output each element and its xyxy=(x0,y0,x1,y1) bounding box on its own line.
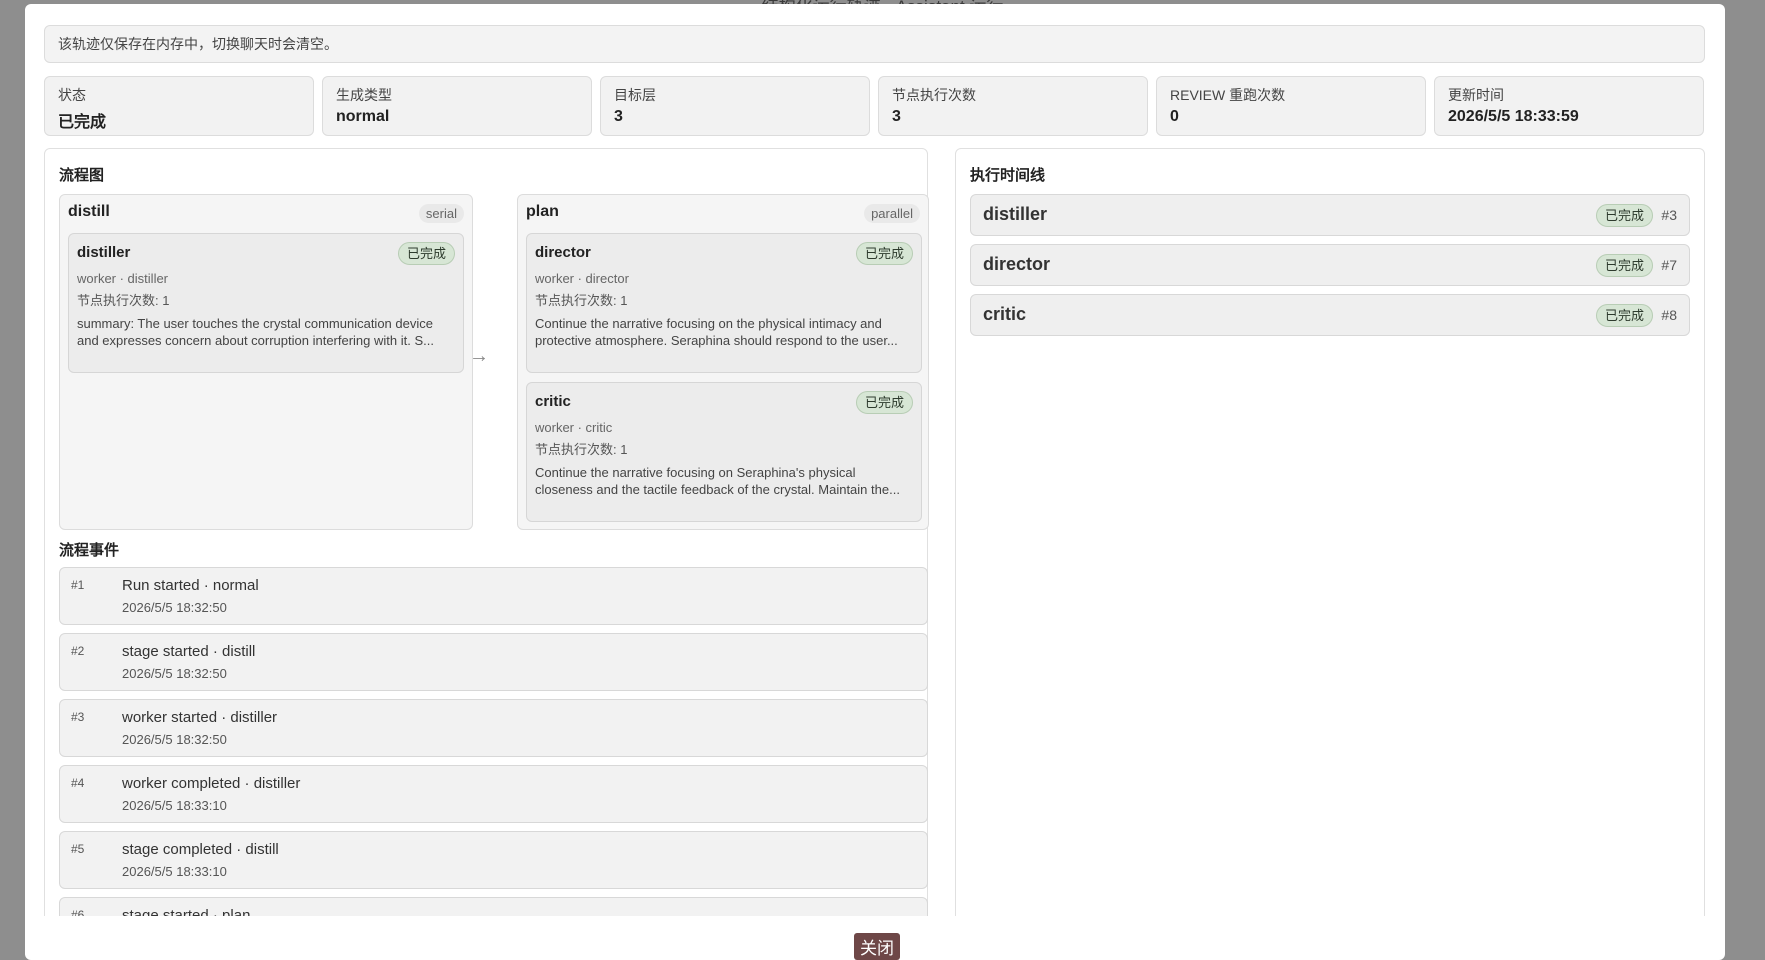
run-trace-modal: 该轨迹仅保存在内存中，切换聊天时会清空。 状态 已完成 生成类型 normal … xyxy=(25,4,1725,960)
flow-title: 流程图 xyxy=(59,167,105,184)
node-director[interactable]: director 已完成 worker · director 节点执行次数: 1… xyxy=(526,233,922,373)
modal-body[interactable]: 该轨迹仅保存在内存中，切换聊天时会清空。 状态 已完成 生成类型 normal … xyxy=(25,4,1725,916)
event-time: 2026/5/5 18:32:50 xyxy=(122,600,227,615)
timeline-panel: 执行时间线 distiller 已完成 #3 director 已完成 #7 c… xyxy=(955,148,1705,916)
events-title: 流程事件 xyxy=(59,542,120,559)
stats-row: 状态 已完成 生成类型 normal 目标层 3 节点执行次数 3 REVIEW… xyxy=(44,76,1705,136)
node-distiller[interactable]: distiller 已完成 worker · distiller 节点执行次数:… xyxy=(68,233,464,373)
event-item: #5 stage completed · distill 2026/5/5 18… xyxy=(59,831,928,889)
timeline-seq: #3 xyxy=(1661,207,1677,223)
timeline-seq: #7 xyxy=(1661,257,1677,273)
event-number: #2 xyxy=(71,644,85,658)
timeline-name: director xyxy=(983,254,1051,274)
event-item: #2 stage started · distill 2026/5/5 18:3… xyxy=(59,633,928,691)
stat-label: 状态 xyxy=(58,87,86,103)
event-item: #6 stage started · plan xyxy=(59,897,928,916)
stat-updated-time: 更新时间 2026/5/5 18:33:59 xyxy=(1434,76,1704,136)
event-text: stage started · distill xyxy=(122,643,256,660)
stat-review-reruns: REVIEW 重跑次数 0 xyxy=(1156,76,1426,136)
status-badge: 已完成 xyxy=(855,242,913,265)
event-time: 2026/5/5 18:33:10 xyxy=(122,798,227,813)
stat-status: 状态 已完成 xyxy=(44,76,314,136)
node-exec-count: 节点执行次数: 1 xyxy=(77,293,170,308)
status-badge: 已完成 xyxy=(1595,304,1653,327)
stat-value: normal xyxy=(336,108,390,125)
event-text: worker started · distiller xyxy=(122,709,278,726)
stat-value: 已完成 xyxy=(58,114,107,131)
stage-name: plan xyxy=(526,203,559,220)
status-badge: 已完成 xyxy=(1595,254,1653,277)
stat-label: REVIEW 重跑次数 xyxy=(1170,87,1286,103)
timeline-item-critic[interactable]: critic 已完成 #8 xyxy=(970,294,1690,336)
stage-distill: distill serial distiller 已完成 worker · di… xyxy=(59,194,473,530)
timeline-item-distiller[interactable]: distiller 已完成 #3 xyxy=(970,194,1690,236)
node-summary: summary: The user touches the crystal co… xyxy=(77,316,434,348)
stage-mode-badge: serial xyxy=(418,204,464,223)
stat-label: 生成类型 xyxy=(336,87,392,103)
node-summary: Continue the narrative focusing on Serap… xyxy=(535,465,900,497)
node-summary: Continue the narrative focusing on the p… xyxy=(535,316,898,348)
stat-target-layer: 目标层 3 xyxy=(600,76,870,136)
event-item: #1 Run started · normal 2026/5/5 18:32:5… xyxy=(59,567,928,625)
status-badge: 已完成 xyxy=(397,242,455,265)
event-item: #4 worker completed · distiller 2026/5/5… xyxy=(59,765,928,823)
timeline-item-director[interactable]: director 已完成 #7 xyxy=(970,244,1690,286)
stat-label: 节点执行次数 xyxy=(892,87,976,103)
flow-panel: 流程图 distill serial distiller 已完成 worker … xyxy=(44,148,929,916)
node-exec-count: 节点执行次数: 1 xyxy=(535,442,628,457)
stage-arrow-icon: → xyxy=(469,345,489,367)
node-role: worker · director xyxy=(535,271,629,286)
stat-node-executions: 节点执行次数 3 xyxy=(878,76,1148,136)
stat-label: 目标层 xyxy=(614,87,656,103)
event-item: #3 worker started · distiller 2026/5/5 1… xyxy=(59,699,928,757)
events-list[interactable]: #1 Run started · normal 2026/5/5 18:32:5… xyxy=(59,567,929,916)
stage-name: distill xyxy=(68,203,110,220)
stat-value: 3 xyxy=(614,108,623,125)
event-text: worker completed · distiller xyxy=(122,775,301,792)
close-button[interactable]: 关闭 xyxy=(854,933,900,960)
event-time: 2026/5/5 18:32:50 xyxy=(122,732,227,747)
timeline-name: critic xyxy=(983,304,1027,324)
event-number: #1 xyxy=(71,578,85,592)
event-text: stage started · plan xyxy=(122,907,251,916)
event-time: 2026/5/5 18:32:50 xyxy=(122,666,227,681)
node-role: worker · critic xyxy=(535,420,613,435)
stat-value: 2026/5/5 18:33:59 xyxy=(1448,108,1579,125)
event-number: #6 xyxy=(71,908,85,916)
node-exec-count: 节点执行次数: 1 xyxy=(535,293,628,308)
stat-generation-type: 生成类型 normal xyxy=(322,76,592,136)
memory-notice: 该轨迹仅保存在内存中，切换聊天时会清空。 xyxy=(44,25,1705,63)
status-badge: 已完成 xyxy=(855,391,913,414)
node-role: worker · distiller xyxy=(77,271,169,286)
event-text: stage completed · distill xyxy=(122,841,279,858)
timeline-seq: #8 xyxy=(1661,307,1677,323)
stat-label: 更新时间 xyxy=(1448,87,1504,103)
event-text: Run started · normal xyxy=(122,577,259,594)
status-badge: 已完成 xyxy=(1595,204,1653,227)
event-number: #4 xyxy=(71,776,85,790)
event-number: #5 xyxy=(71,842,85,856)
stage-mode-badge: parallel xyxy=(864,204,920,223)
stage-plan: plan parallel director 已完成 worker · dire… xyxy=(517,194,929,530)
timeline-title: 执行时间线 xyxy=(970,167,1046,184)
stat-value: 3 xyxy=(892,108,901,125)
event-time: 2026/5/5 18:33:10 xyxy=(122,864,227,879)
node-critic[interactable]: critic 已完成 worker · critic 节点执行次数: 1 Con… xyxy=(526,382,922,522)
timeline-name: distiller xyxy=(983,204,1048,224)
event-number: #3 xyxy=(71,710,85,724)
stat-value: 0 xyxy=(1170,108,1179,125)
